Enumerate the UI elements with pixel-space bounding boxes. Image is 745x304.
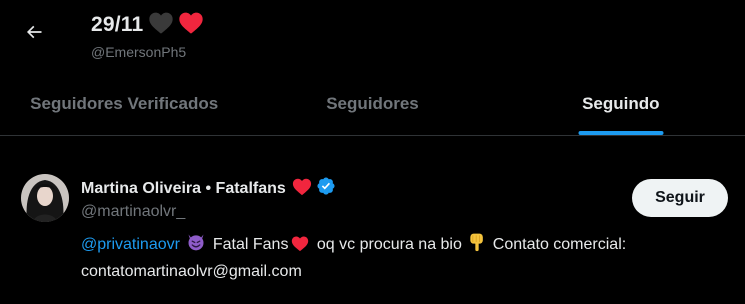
- profile-title: 29/11: [91, 12, 144, 36]
- bio-text-contato: Contato comercial:: [492, 236, 627, 253]
- profile-handle: @EmersonPh5: [91, 44, 187, 60]
- red-heart-icon: [291, 176, 313, 201]
- user-bio: @privatinaovr Fatal Fans oq vc procura n…: [81, 232, 731, 284]
- user-cell[interactable]: Martina Oliveira • Fatalfans @martinaolv…: [0, 136, 745, 304]
- red-heart-icon: [177, 9, 205, 40]
- back-button[interactable]: [16, 16, 52, 52]
- black-heart-icon: [147, 9, 175, 40]
- profile-title-row: 29/11: [91, 9, 205, 40]
- verified-badge-icon[interactable]: [316, 176, 336, 201]
- red-heart-icon: [290, 234, 310, 260]
- bio-email: contatomartinaolvr@gmail.com: [81, 263, 302, 280]
- follow-tabs: Seguidores Verificados Seguidores Seguin…: [0, 72, 745, 135]
- tab-seguidores[interactable]: Seguidores: [248, 72, 496, 135]
- profile-header: 29/11 @EmersonPh5 Seguidores Verificados…: [0, 0, 745, 135]
- follow-button[interactable]: Seguir: [632, 179, 728, 217]
- user-name-row: Martina Oliveira • Fatalfans: [81, 176, 336, 201]
- bio-text-procura: oq vc procura na bio: [316, 236, 462, 253]
- pointing-down-icon: [468, 232, 486, 260]
- tab-seguidores-verificados[interactable]: Seguidores Verificados: [0, 72, 248, 135]
- tab-seguindo[interactable]: Seguindo: [497, 72, 745, 135]
- arrow-left-icon: [24, 22, 44, 47]
- bio-text-fatal-fans: Fatal Fans: [212, 236, 289, 253]
- avatar[interactable]: [21, 174, 69, 222]
- user-name[interactable]: Martina Oliveira • Fatalfans: [81, 180, 286, 198]
- user-handle: @martinaolvr_: [81, 203, 186, 220]
- bio-mention-link[interactable]: @privatinaovr: [81, 236, 180, 253]
- smiling-devil-icon: [186, 232, 206, 260]
